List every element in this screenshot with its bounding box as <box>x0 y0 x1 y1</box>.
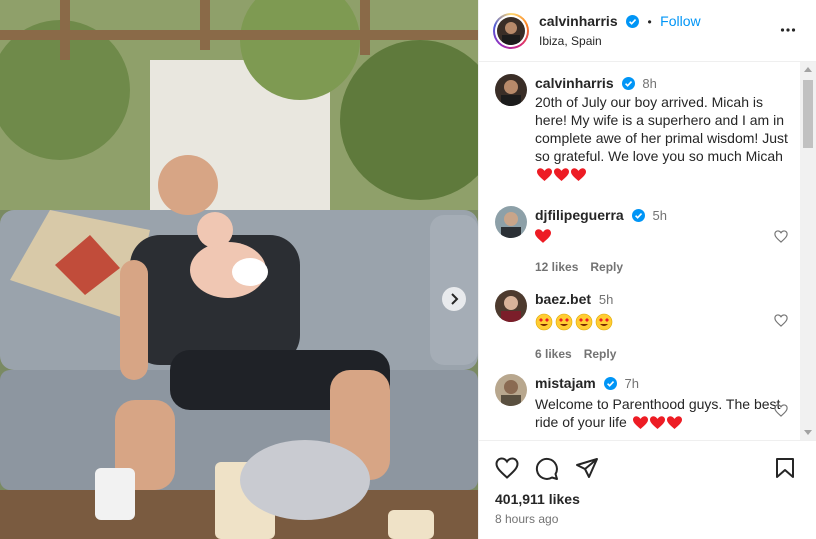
comment-bubble-icon[interactable] <box>535 457 559 481</box>
comment-text <box>535 229 796 248</box>
red-heart-emoji-icon <box>535 229 551 243</box>
post-header: calvinharris • Follow Ibiza, Spain <box>479 0 816 62</box>
post-caption: calvinharris 8h 20th of July our boy arr… <box>495 74 796 183</box>
avatar[interactable] <box>495 374 527 406</box>
verified-badge-icon <box>621 77 635 90</box>
comment-likes[interactable]: 12 likes <box>535 260 578 274</box>
red-heart-emoji-icon <box>666 416 682 429</box>
reply-button[interactable]: Reply <box>584 347 617 361</box>
photo-illustration <box>0 0 478 539</box>
caption-username[interactable]: calvinharris <box>535 75 614 91</box>
comment-time: 5h <box>652 208 667 223</box>
post-actions: 401,911 likes 8 hours ago <box>479 440 816 539</box>
post-location[interactable]: Ibiza, Spain <box>539 34 701 48</box>
heart-outline-icon[interactable] <box>774 230 788 243</box>
reply-button[interactable]: Reply <box>590 260 623 274</box>
comments-list[interactable]: calvinharris 8h 20th of July our boy arr… <box>479 62 816 440</box>
comment-username[interactable]: djfilipeguerra <box>535 207 624 223</box>
red-heart-emoji-icon <box>554 168 569 181</box>
bookmark-icon[interactable] <box>775 457 795 479</box>
post-timestamp[interactable]: 8 hours ago <box>495 512 558 526</box>
likes-count[interactable]: 401,911 likes <box>495 491 580 507</box>
avatar[interactable] <box>495 206 527 238</box>
caption-time: 8h <box>642 76 657 91</box>
comment-item: baez.bet 5h 6 likes Reply <box>495 290 796 363</box>
avatar <box>497 16 525 45</box>
red-heart-emoji-icon <box>649 416 665 429</box>
paper-plane-icon[interactable] <box>575 457 599 479</box>
avatar[interactable] <box>495 74 527 106</box>
more-options-icon[interactable] <box>780 22 796 38</box>
avatar[interactable] <box>495 290 527 322</box>
next-photo-button[interactable] <box>442 287 466 311</box>
heart-outline-icon[interactable] <box>774 314 788 327</box>
verified-badge-icon <box>626 15 640 28</box>
scroll-thumb[interactable] <box>803 80 813 148</box>
comment-text: Welcome to Parenthood guys. The best rid… <box>535 396 781 430</box>
comment-likes[interactable]: 6 likes <box>535 347 572 361</box>
comment-username[interactable]: baez.bet <box>535 291 591 307</box>
follow-button[interactable]: Follow <box>660 13 700 29</box>
heart-outline-icon[interactable] <box>774 404 788 417</box>
red-heart-emoji-icon <box>632 416 648 429</box>
heart-eyes-face-emoji-icon <box>535 313 613 331</box>
caption-text: 20th of July our boy arrived. Micah is h… <box>535 93 796 183</box>
verified-badge-icon <box>631 209 645 222</box>
author-username[interactable]: calvinharris <box>539 13 618 29</box>
comment-text <box>535 313 796 335</box>
verified-badge-icon <box>603 377 617 390</box>
author-avatar-story-ring[interactable] <box>493 12 529 49</box>
scroll-up-icon[interactable] <box>804 67 812 72</box>
separator-dot: • <box>647 15 652 29</box>
red-heart-emoji-icon <box>571 168 586 181</box>
comment-item: djfilipeguerra 5h 12 likes Reply <box>495 206 796 276</box>
comments-scrollbar[interactable] <box>800 62 816 440</box>
comment-time: 5h <box>598 292 614 307</box>
comment-item: mistajam 7h Welcome to Parenthood guys. … <box>495 374 796 431</box>
post-detail-panel: calvinharris • Follow Ibiza, Spain calvi… <box>478 0 816 539</box>
scroll-down-icon[interactable] <box>804 430 812 435</box>
comment-time: 7h <box>624 376 639 391</box>
comment-username[interactable]: mistajam <box>535 375 596 391</box>
red-heart-emoji-icon <box>537 168 552 181</box>
heart-outline-icon[interactable] <box>495 457 519 479</box>
chevron-right-icon <box>451 293 459 305</box>
post-photo[interactable] <box>0 0 478 539</box>
